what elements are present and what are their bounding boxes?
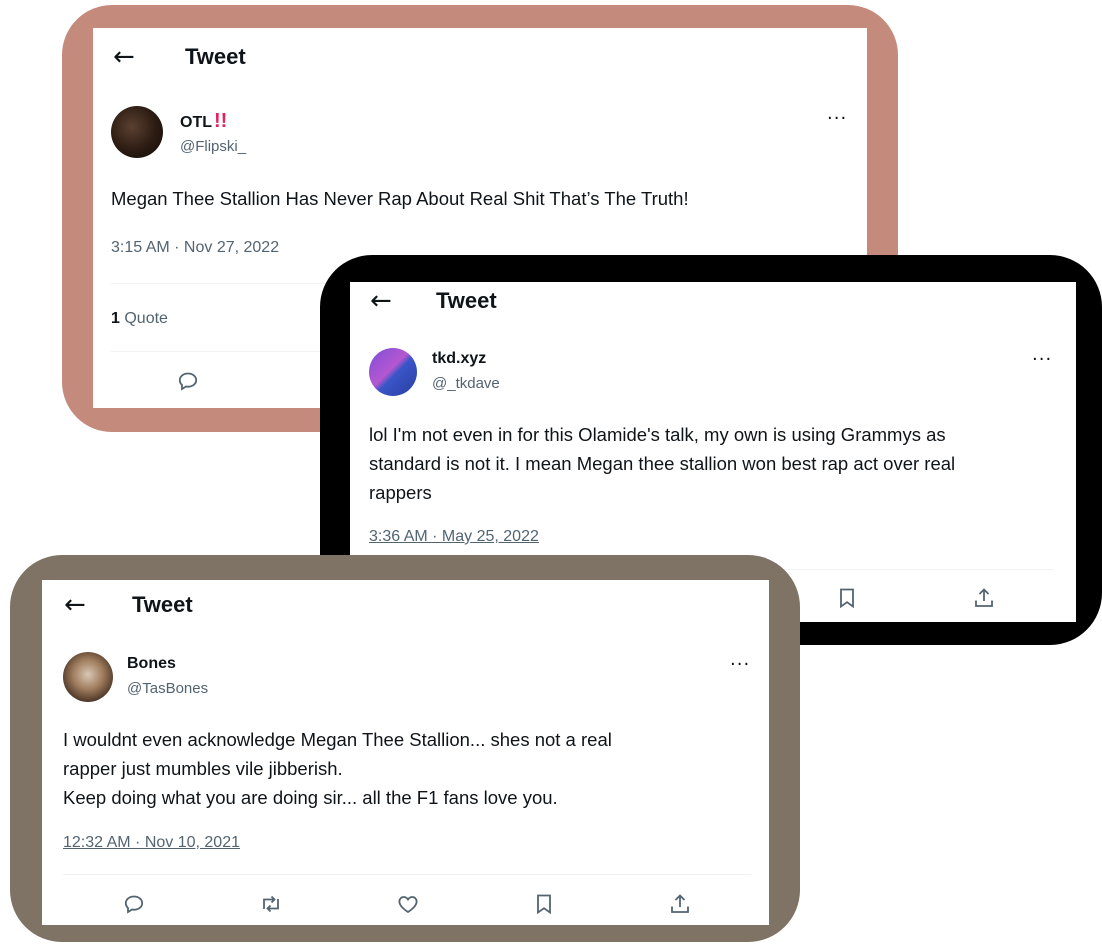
tweet-header: ← Tweet bbox=[113, 44, 246, 70]
more-options-icon[interactable]: ··· bbox=[827, 108, 847, 129]
back-arrow-icon[interactable]: ← bbox=[370, 288, 400, 314]
bookmark-icon[interactable] bbox=[532, 892, 556, 916]
back-arrow-icon[interactable]: ← bbox=[113, 44, 143, 70]
share-icon[interactable] bbox=[972, 586, 996, 610]
more-options-icon[interactable]: ··· bbox=[730, 654, 750, 675]
exclamation-badge-icon: !! bbox=[214, 110, 228, 132]
quote-stats[interactable]: 1 Quote bbox=[111, 310, 168, 328]
header-title: Tweet bbox=[185, 44, 246, 69]
tweet-text-line: rappers bbox=[369, 482, 432, 503]
user-handle[interactable]: @_tkdave bbox=[432, 375, 500, 392]
share-icon[interactable] bbox=[668, 892, 692, 916]
display-name[interactable]: Bones bbox=[127, 655, 176, 673]
avatar[interactable] bbox=[111, 106, 163, 158]
tweet-timestamp[interactable]: 3:15 AM · Nov 27, 2022 bbox=[111, 239, 279, 257]
display-name[interactable]: OTL!! bbox=[180, 110, 227, 133]
tweet-text: lol I'm not even in for this Olamide's t… bbox=[369, 420, 1069, 507]
avatar[interactable] bbox=[63, 652, 113, 702]
reply-icon[interactable] bbox=[176, 369, 200, 393]
bookmark-icon[interactable] bbox=[835, 586, 859, 610]
quote-label: Quote bbox=[124, 310, 168, 327]
quote-count: 1 bbox=[111, 310, 120, 327]
retweet-icon[interactable] bbox=[259, 892, 283, 916]
more-options-icon[interactable]: ··· bbox=[1032, 349, 1052, 370]
tweet-text-line: I wouldnt even acknowledge Megan Thee St… bbox=[63, 729, 612, 750]
tweet-text-line: Keep doing what you are doing sir... all… bbox=[63, 787, 558, 808]
display-name-text: OTL bbox=[180, 114, 212, 131]
tweet-header: ← Tweet bbox=[370, 288, 497, 314]
tweet-timestamp[interactable]: 12:32 AM · Nov 10, 2021 bbox=[63, 834, 240, 852]
tweet-text: Megan Thee Stallion Has Never Rap About … bbox=[111, 188, 689, 209]
tweet-text-line: lol I'm not even in for this Olamide's t… bbox=[369, 424, 946, 445]
tweet-timestamp[interactable]: 3:36 AM · May 25, 2022 bbox=[369, 528, 539, 546]
like-icon[interactable] bbox=[396, 892, 420, 916]
display-name[interactable]: tkd.xyz bbox=[432, 350, 486, 368]
avatar[interactable] bbox=[369, 348, 417, 396]
header-title: Tweet bbox=[436, 288, 497, 313]
tweet-text: I wouldnt even acknowledge Megan Thee St… bbox=[63, 725, 753, 812]
user-handle[interactable]: @TasBones bbox=[127, 680, 208, 697]
header-title: Tweet bbox=[132, 592, 193, 617]
divider bbox=[63, 874, 751, 875]
tweet-header: ← Tweet bbox=[64, 592, 193, 618]
user-handle[interactable]: @Flipski_ bbox=[180, 138, 246, 155]
back-arrow-icon[interactable]: ← bbox=[64, 592, 94, 618]
tweet-card-bones: ← Tweet Bones @TasBones ··· I wouldnt ev… bbox=[42, 580, 769, 925]
tweet-text-line: rapper just mumbles vile jibberish. bbox=[63, 758, 343, 779]
collage: ← Tweet OTL!! @Flipski_ ··· Megan Thee S… bbox=[0, 0, 1102, 945]
tweet-text-line: standard is not it. I mean Megan thee st… bbox=[369, 453, 956, 474]
reply-icon[interactable] bbox=[122, 892, 146, 916]
